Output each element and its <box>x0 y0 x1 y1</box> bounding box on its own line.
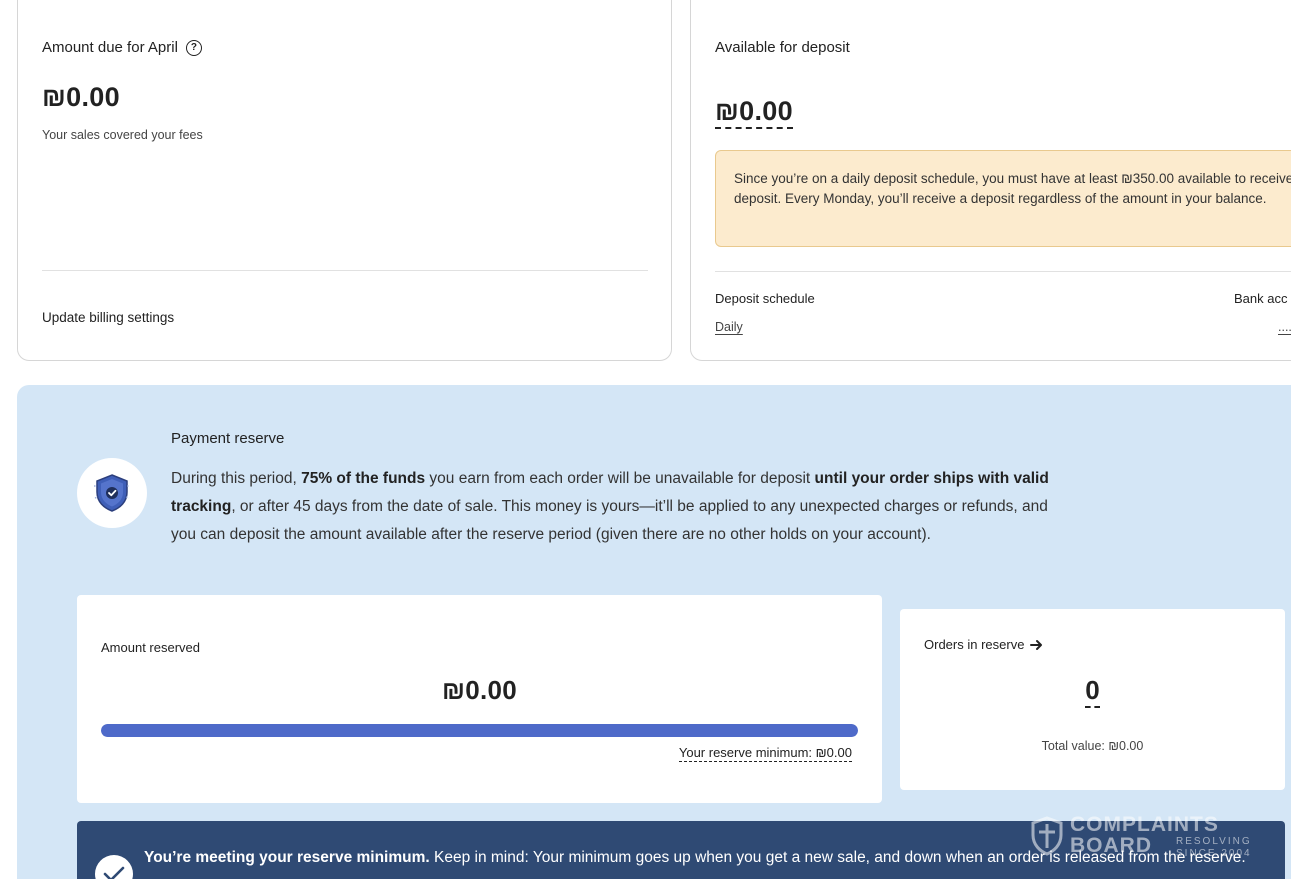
bank-account-label: Bank acc <box>1234 291 1288 306</box>
amount-reserved-value: ₪0.00 <box>441 675 518 705</box>
reserve-desc-bold: 75% of the funds <box>301 470 426 487</box>
orders-in-reserve-link[interactable]: Orders in reserve <box>924 637 1043 652</box>
billing-title-row: Amount due for April ? <box>42 39 202 56</box>
deposit-notice: Since you’re on a daily deposit schedule… <box>715 150 1291 247</box>
orders-count-value: 0 <box>1085 675 1100 708</box>
orders-total-value: Total value: ₪0.00 <box>1041 739 1144 753</box>
billing-title: Amount due for April <box>42 39 178 56</box>
checkmark-icon <box>103 866 125 879</box>
shield-check-icon <box>94 474 130 512</box>
complaints-board-watermark: COMPLAINTS BOARD RESOLVING SINCE 2004 <box>1030 814 1250 860</box>
deposit-card: Available for deposit ₪0.00 Since you’re… <box>690 0 1291 361</box>
billing-divider <box>42 270 648 271</box>
reserve-desc-text: you earn from each order will be unavail… <box>425 470 815 487</box>
deposit-divider <box>715 271 1291 272</box>
orders-in-reserve-label: Orders in reserve <box>924 637 1025 652</box>
amount-reserved-card: Amount reserved ₪0.00 Your reserve minim… <box>77 595 882 803</box>
arrow-right-icon <box>1030 639 1043 650</box>
billing-card: Amount due for April ? ₪0.00 Your sales … <box>17 0 672 361</box>
shield-badge <box>77 458 147 528</box>
amount-reserved-label: Amount reserved <box>101 640 200 655</box>
success-bold: You’re meeting your reserve minimum. <box>144 849 430 866</box>
reserve-minimum[interactable]: Your reserve minimum: ₪0.00 <box>678 745 852 762</box>
reserve-desc-text: During this period, <box>171 470 302 487</box>
watermark-shield-icon <box>1031 816 1063 856</box>
watermark-sub: RESOLVING SINCE 2004 <box>1176 836 1252 859</box>
reserve-progress-fill <box>101 724 858 737</box>
reserve-desc-text: , or after 45 days from the date of sale… <box>171 498 1048 543</box>
billing-subtitle: Your sales covered your fees <box>42 128 203 142</box>
deposit-title: Available for deposit <box>715 39 850 56</box>
payment-reserve-panel: Payment reserve During this period, 75% … <box>17 385 1291 879</box>
available-amount-value: ₪0.00 <box>715 96 793 129</box>
reserve-title: Payment reserve <box>171 430 285 447</box>
check-circle <box>95 855 133 879</box>
reserve-progress-bar <box>101 724 858 737</box>
available-amount[interactable]: ₪0.00 <box>715 96 793 129</box>
orders-count[interactable]: 0 <box>900 675 1285 708</box>
deposit-schedule-label: Deposit schedule <box>715 291 815 306</box>
payments-page: Amount due for April ? ₪0.00 Your sales … <box>0 0 1291 879</box>
bank-account-link[interactable]: .... <box>1278 320 1291 334</box>
reserve-description: During this period, 75% of the funds you… <box>171 465 1061 549</box>
update-billing-settings-link[interactable]: Update billing settings <box>42 310 174 325</box>
orders-in-reserve-card: Orders in reserve 0 Total value: ₪0.00 <box>900 609 1285 790</box>
amount-due: ₪0.00 <box>42 82 120 112</box>
deposit-schedule-link[interactable]: Daily <box>715 320 743 334</box>
help-icon[interactable]: ? <box>185 39 202 56</box>
